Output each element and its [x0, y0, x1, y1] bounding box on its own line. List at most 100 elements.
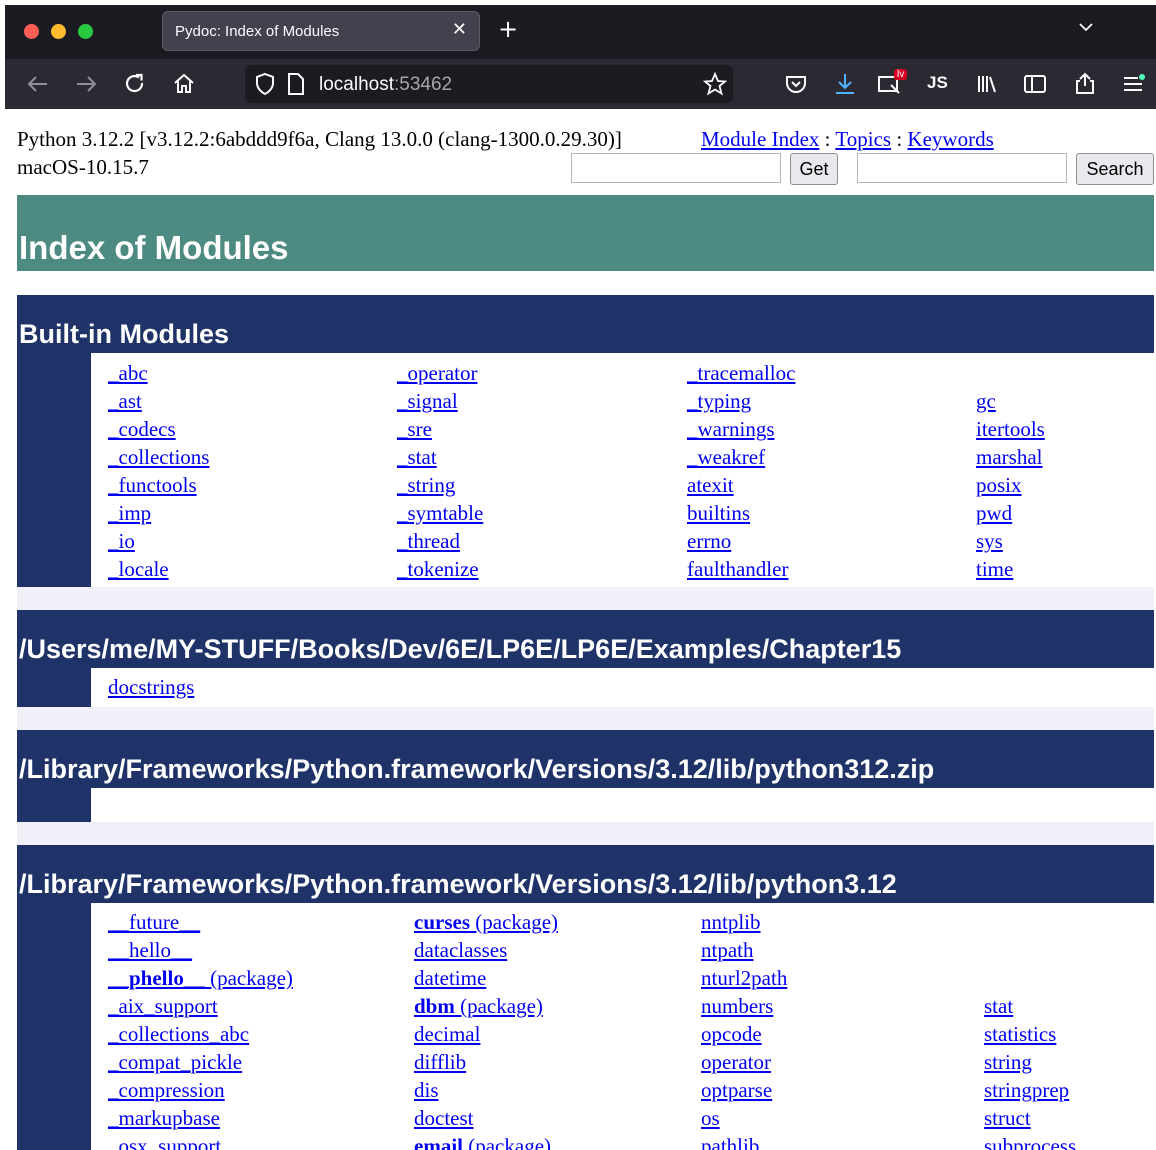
module-link[interactable]: sys: [976, 529, 1003, 553]
module-link[interactable]: _thread: [397, 529, 460, 553]
sidebar-icon[interactable]: [1022, 71, 1048, 97]
module-link[interactable]: _osx_support: [108, 1134, 221, 1150]
share-icon[interactable]: [1072, 71, 1098, 97]
close-window-button[interactable]: [24, 24, 39, 39]
module-link[interactable]: builtins: [687, 501, 750, 525]
module-link[interactable]: _collections: [108, 445, 209, 469]
maximize-window-button[interactable]: [78, 24, 93, 39]
close-tab-icon[interactable]: ✕: [452, 19, 467, 40]
page-icon[interactable]: [285, 72, 307, 96]
get-button[interactable]: Get: [790, 153, 838, 185]
module-link[interactable]: operator: [701, 1050, 771, 1074]
module-link[interactable]: nntplib: [701, 910, 761, 934]
module-link[interactable]: dis: [414, 1078, 439, 1102]
module-link[interactable]: _abc: [108, 361, 148, 385]
url-text[interactable]: localhost:53462: [319, 74, 452, 96]
pocket-icon[interactable]: [783, 71, 809, 97]
module-entry: decimal: [414, 1020, 558, 1048]
module-link[interactable]: _sre: [397, 417, 432, 441]
menu-icon[interactable]: [1120, 71, 1146, 97]
module-link[interactable]: stat: [984, 994, 1013, 1018]
library-icon[interactable]: [974, 71, 1000, 97]
module-link[interactable]: ntpath: [701, 938, 754, 962]
bookmark-star-icon[interactable]: [703, 72, 727, 96]
minimize-window-button[interactable]: [51, 24, 66, 39]
module-link[interactable]: difflib: [414, 1050, 466, 1074]
module-link[interactable]: _io: [108, 529, 135, 553]
module-link[interactable]: _weakref: [687, 445, 765, 469]
module-link[interactable]: _stat: [397, 445, 437, 469]
module-link[interactable]: _signal: [397, 389, 458, 413]
module-link[interactable]: __hello__: [108, 938, 192, 962]
module-link[interactable]: dataclasses: [414, 938, 507, 962]
download-icon[interactable]: [832, 71, 858, 97]
module-link[interactable]: _locale: [108, 557, 169, 581]
module-link[interactable]: _markupbase: [108, 1106, 220, 1130]
module-link[interactable]: doctest: [414, 1106, 473, 1130]
module-link[interactable]: posix: [976, 473, 1022, 497]
module-link[interactable]: stringprep: [984, 1078, 1069, 1102]
package-link[interactable]: email (package): [414, 1134, 551, 1150]
module-entry: ntpath: [701, 936, 787, 964]
module-link[interactable]: _tracemalloc: [687, 361, 795, 385]
module-link[interactable]: errno: [687, 529, 731, 553]
package-tag: (package): [204, 966, 293, 990]
module-link[interactable]: nturl2path: [701, 966, 787, 990]
back-icon[interactable]: [25, 71, 51, 97]
package-link[interactable]: __phello__ (package): [108, 966, 293, 990]
module-link[interactable]: _tokenize: [397, 557, 479, 581]
home-icon[interactable]: [171, 71, 197, 97]
forward-icon[interactable]: [73, 71, 99, 97]
new-tab-button[interactable]: +: [498, 17, 518, 41]
module-link[interactable]: string: [984, 1050, 1032, 1074]
module-link[interactable]: faulthandler: [687, 557, 788, 581]
module-link[interactable]: _operator: [397, 361, 477, 385]
module-link[interactable]: os: [701, 1106, 720, 1130]
module-link[interactable]: _warnings: [687, 417, 775, 441]
module-link[interactable]: _functools: [108, 473, 197, 497]
package-link[interactable]: dbm (package): [414, 994, 543, 1018]
search-input[interactable]: [857, 153, 1067, 183]
module-link[interactable]: _string: [397, 473, 455, 497]
module-link[interactable]: _compat_pickle: [108, 1050, 242, 1074]
module-link[interactable]: pathlib: [701, 1134, 759, 1150]
url-bar[interactable]: localhost:53462: [245, 65, 733, 103]
module-link[interactable]: _symtable: [397, 501, 483, 525]
topics-link[interactable]: Topics: [835, 127, 891, 151]
get-module-input[interactable]: [571, 153, 781, 183]
module-link[interactable]: optparse: [701, 1078, 772, 1102]
module-link[interactable]: decimal: [414, 1022, 480, 1046]
module-link[interactable]: _ast: [108, 389, 142, 413]
module-link[interactable]: _typing: [687, 389, 751, 413]
reload-icon[interactable]: [122, 71, 148, 97]
module-link[interactable]: _compression: [108, 1078, 225, 1102]
module-link[interactable]: numbers: [701, 994, 773, 1018]
module-link[interactable]: _codecs: [108, 417, 176, 441]
module-link[interactable]: _collections_abc: [108, 1022, 249, 1046]
package-link[interactable]: curses (package): [414, 910, 558, 934]
module-link[interactable]: opcode: [701, 1022, 762, 1046]
js-icon[interactable]: JS: [927, 73, 948, 93]
extension-icon[interactable]: lv: [877, 69, 913, 99]
module-link[interactable]: _aix_support: [108, 994, 218, 1018]
module-link[interactable]: subprocess: [984, 1134, 1076, 1150]
module-link[interactable]: struct: [984, 1106, 1031, 1130]
module-link[interactable]: marshal: [976, 445, 1042, 469]
tab-list-chevron-icon[interactable]: [1078, 19, 1094, 35]
module-index-link[interactable]: Module Index: [701, 127, 819, 151]
module-link[interactable]: _imp: [108, 501, 151, 525]
tab-pydoc[interactable]: Pydoc: Index of Modules ✕: [162, 11, 480, 51]
search-button[interactable]: Search: [1076, 153, 1154, 185]
module-link[interactable]: atexit: [687, 473, 734, 497]
module-link[interactable]: time: [976, 557, 1013, 581]
module-entry: _osx_support: [108, 1132, 293, 1150]
module-link[interactable]: itertools: [976, 417, 1045, 441]
module-link[interactable]: statistics: [984, 1022, 1056, 1046]
keywords-link[interactable]: Keywords: [907, 127, 993, 151]
module-link[interactable]: datetime: [414, 966, 486, 990]
module-link[interactable]: __future__: [108, 910, 200, 934]
module-link[interactable]: docstrings: [108, 675, 194, 699]
shield-icon[interactable]: [253, 72, 277, 96]
module-link[interactable]: pwd: [976, 501, 1012, 525]
module-link[interactable]: gc: [976, 389, 996, 413]
